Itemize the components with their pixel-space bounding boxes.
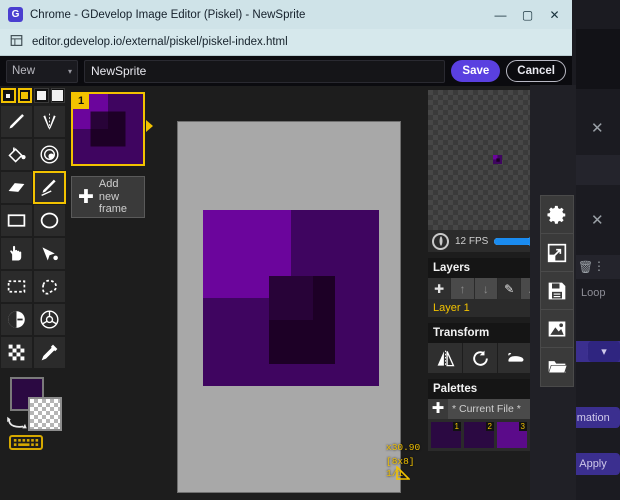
app-favicon: G — [8, 7, 23, 22]
frame-number-badge: 1 — [73, 94, 90, 109]
vertical-mirror-pen-tool[interactable] — [33, 105, 66, 138]
palette-swatch-number: 3 — [518, 422, 527, 431]
plus-icon: ✚ — [78, 186, 94, 208]
clone-button[interactable] — [498, 343, 533, 373]
pen-size-4[interactable] — [50, 88, 65, 103]
bg-sprite-dropdown-caret[interactable]: ▾ — [588, 341, 620, 362]
move-layer-down-button[interactable]: ↓ — [474, 278, 498, 299]
export-image-icon[interactable] — [541, 310, 573, 348]
drawing-canvas[interactable] — [177, 120, 401, 493]
transform-title: Transform — [433, 327, 490, 339]
tools-column — [0, 86, 66, 500]
add-layer-button[interactable]: ✚ — [428, 278, 452, 299]
bg-field-strip — [576, 155, 620, 185]
paint-bucket-tool[interactable] — [0, 138, 33, 171]
resize-icon[interactable] — [541, 234, 573, 272]
canvas-zoom-label: x30.90 — [386, 442, 421, 453]
lasso-selection-tool[interactable] — [33, 270, 66, 303]
swap-colors-arrow-icon[interactable] — [6, 415, 28, 434]
bg-dialog-close-icon[interactable]: ✕ — [591, 213, 604, 228]
sprite-name-input[interactable]: NewSprite — [84, 59, 446, 83]
onion-skin-icon[interactable] — [432, 232, 449, 250]
url-text: editor.gdevelop.io/external/piskel/piske… — [32, 36, 288, 48]
bg-more-icon[interactable]: ⋮ — [593, 259, 605, 273]
chevron-down-icon: ▾ — [67, 66, 72, 76]
pen-tool[interactable] — [0, 105, 33, 138]
flip-horizontal-button[interactable] — [428, 343, 463, 373]
palette-swatch-1[interactable]: 1 — [431, 422, 461, 448]
add-new-frame-button[interactable]: ✚ Add new frame — [71, 176, 145, 218]
canvas-area[interactable] — [154, 86, 424, 500]
title-bar: G Chrome - GDevelop Image Editor (Piskel… — [0, 0, 572, 29]
move-layer-up-button[interactable]: ↑ — [451, 278, 475, 299]
cancel-button[interactable]: Cancel — [506, 60, 566, 82]
palette-swatch-2[interactable]: 2 — [464, 422, 494, 448]
screen-root: ✕ ✕ 🗑 ⋮ Loop ite ▾ imation Apply 4168:24… — [0, 0, 620, 500]
palette-select-value: * Current File * — [452, 403, 521, 415]
shape-selection-tool[interactable] — [33, 237, 66, 270]
pen-size-1[interactable] — [1, 88, 16, 103]
palette-swatch-number: 1 — [452, 422, 461, 431]
url-bar[interactable]: editor.gdevelop.io/external/piskel/piske… — [0, 29, 572, 56]
eraser-tool[interactable] — [0, 171, 33, 204]
mode-select-value: New — [12, 65, 36, 77]
edit-layer-button[interactable]: ✎ — [497, 278, 522, 299]
paint-all-similar-pixels-tool[interactable] — [33, 138, 66, 171]
frame-selected-caret — [146, 120, 153, 132]
right-vertical-toolbar — [540, 195, 574, 387]
palette-swatch-3[interactable]: 3 — [497, 422, 527, 448]
color-swatches — [0, 373, 66, 451]
window-controls: — ▢ ✕ — [487, 2, 568, 28]
piskel-header-bar: New ▾ NewSprite Save Cancel — [0, 56, 572, 86]
settings-gear-icon[interactable] — [541, 196, 573, 234]
pen-size-2[interactable] — [17, 88, 33, 103]
rectangle-tool[interactable] — [0, 204, 33, 237]
layer-name: Layer 1 — [433, 302, 470, 314]
color-picker-tool[interactable] — [33, 336, 66, 369]
palettes-title: Palettes — [433, 383, 478, 395]
window-title: Chrome - GDevelop Image Editor (Piskel) … — [30, 8, 306, 21]
circle-tool[interactable] — [33, 204, 66, 237]
frame-thumbnail-1[interactable]: 1 — [71, 92, 153, 166]
bg-close-icon[interactable]: ✕ — [591, 121, 604, 136]
secondary-color-swatch[interactable] — [28, 397, 62, 431]
move-tool[interactable] — [0, 237, 33, 270]
bg-loop-label: Loop — [581, 287, 606, 299]
close-button[interactable]: ✕ — [541, 2, 568, 28]
tool-grid — [0, 105, 66, 369]
rectangle-selection-tool[interactable] — [0, 270, 33, 303]
mode-select[interactable]: New ▾ — [6, 59, 78, 83]
site-icon — [10, 34, 23, 50]
piskel-body: 1 ✚ Add new frame 12 FPS Layers ✚ ↑ ↓ ✎ … — [0, 86, 572, 500]
layers-title: Layers — [433, 262, 471, 274]
dithering-tool[interactable] — [33, 303, 66, 336]
stroke-tool[interactable] — [33, 171, 66, 204]
preview-sprite-image — [493, 155, 502, 164]
pen-size-selector — [0, 86, 66, 105]
sprite-pixels — [203, 209, 379, 386]
pen-size-3[interactable] — [34, 88, 49, 103]
frames-column: 1 ✚ Add new frame — [66, 86, 154, 500]
maximize-button[interactable]: ▢ — [514, 2, 541, 28]
browser-window: G Chrome - GDevelop Image Editor (Piskel… — [0, 0, 572, 500]
add-new-frame-label: Add new frame — [98, 178, 128, 216]
minimize-button[interactable]: — — [487, 2, 514, 28]
palette-selected-marker — [396, 465, 411, 485]
color-swap-tool[interactable] — [0, 336, 33, 369]
fps-slider-fill — [494, 237, 531, 245]
save-icon[interactable] — [541, 272, 573, 310]
rotate-button[interactable] — [463, 343, 498, 373]
save-button[interactable]: Save — [451, 60, 501, 82]
lighten-tool[interactable] — [0, 303, 33, 336]
bg-trash-icon[interactable]: 🗑 — [578, 260, 593, 274]
open-folder-icon[interactable] — [541, 348, 573, 386]
keyboard-shortcuts-icon[interactable] — [9, 435, 43, 450]
fps-label: 12 FPS — [455, 235, 489, 247]
add-palette-button[interactable]: ✚ — [428, 399, 448, 419]
palette-swatch-number: 2 — [485, 422, 494, 431]
bg-top-panel — [576, 29, 620, 89]
